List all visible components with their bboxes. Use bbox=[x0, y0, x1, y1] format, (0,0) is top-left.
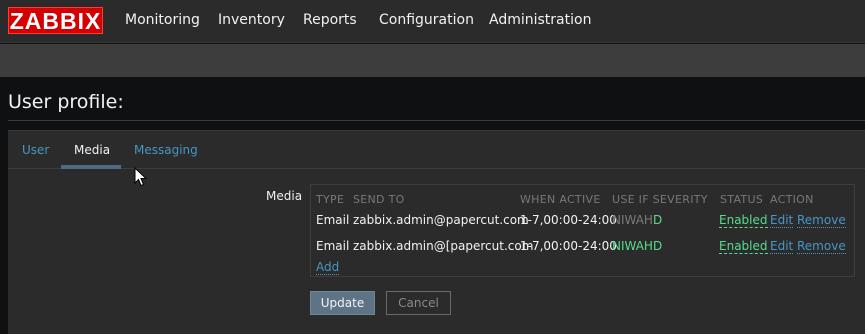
row-1-send-to: zabbix.admin@papercut.com bbox=[353, 213, 529, 227]
menu-reports[interactable]: Reports bbox=[303, 12, 357, 28]
column-header-severity: USE IF SEVERITY bbox=[612, 193, 708, 206]
row-1-status-toggle[interactable]: Enabled bbox=[719, 214, 768, 228]
row-1-severity-active: D bbox=[652, 213, 663, 227]
media-field-label: Media bbox=[266, 189, 303, 203]
user-profile-form: User Media Messaging Media TYPE SEND TO … bbox=[8, 130, 865, 334]
row-2-remove-link[interactable]: Remove bbox=[797, 240, 846, 254]
tab-messaging[interactable]: Messaging bbox=[134, 143, 198, 157]
row-1-type: Email bbox=[316, 213, 350, 227]
row-1-remove-link[interactable]: Remove bbox=[797, 214, 846, 228]
row-1-severity: NIWAHD bbox=[612, 213, 662, 227]
tab-user[interactable]: User bbox=[22, 143, 49, 157]
active-tab-indicator bbox=[61, 165, 121, 169]
add-media-link[interactable]: Add bbox=[316, 261, 340, 275]
row-1-edit-link[interactable]: Edit bbox=[770, 214, 794, 228]
column-header-type: TYPE bbox=[316, 193, 345, 206]
cancel-button[interactable]: Cancel bbox=[386, 291, 451, 315]
update-button[interactable]: Update bbox=[310, 291, 375, 315]
row-1-when-active: 1-7,00:00-24:00 bbox=[520, 213, 617, 227]
mouse-pointer-icon bbox=[134, 166, 148, 187]
column-header-status: STATUS bbox=[720, 193, 764, 206]
row-2-edit-link[interactable]: Edit bbox=[770, 240, 794, 254]
menu-inventory[interactable]: Inventory bbox=[218, 12, 285, 28]
row-1-severity-inactive: NIWAH bbox=[612, 213, 653, 227]
column-header-send-to: SEND TO bbox=[353, 193, 405, 206]
row-2-when-active: 1-7,00:00-24:00 bbox=[520, 239, 617, 253]
tab-media[interactable]: Media bbox=[74, 143, 110, 157]
title-divider bbox=[8, 120, 865, 121]
row-2-status-toggle[interactable]: Enabled bbox=[719, 240, 768, 254]
menu-administration[interactable]: Administration bbox=[489, 12, 591, 28]
page-title: User profile: bbox=[8, 91, 124, 113]
menu-configuration[interactable]: Configuration bbox=[379, 12, 474, 28]
zabbix-logo[interactable]: ZABBIX bbox=[8, 7, 103, 34]
sub-navigation-bar bbox=[0, 44, 865, 77]
top-navigation: ZABBIX Monitoring Inventory Reports Conf… bbox=[0, 0, 865, 43]
row-2-type: Email bbox=[316, 239, 350, 253]
media-table: TYPE SEND TO WHEN ACTIVE USE IF SEVERITY… bbox=[310, 184, 855, 277]
row-2-severity-active: NIWAHD bbox=[612, 239, 663, 253]
menu-monitoring[interactable]: Monitoring bbox=[125, 12, 200, 28]
column-header-when-active: WHEN ACTIVE bbox=[520, 193, 601, 206]
tab-bar: User Media Messaging bbox=[8, 131, 865, 169]
row-2-send-to: zabbix.admin@[papercut.com bbox=[353, 239, 534, 253]
row-2-severity: NIWAHD bbox=[612, 239, 662, 253]
column-header-action: ACTION bbox=[770, 193, 814, 206]
